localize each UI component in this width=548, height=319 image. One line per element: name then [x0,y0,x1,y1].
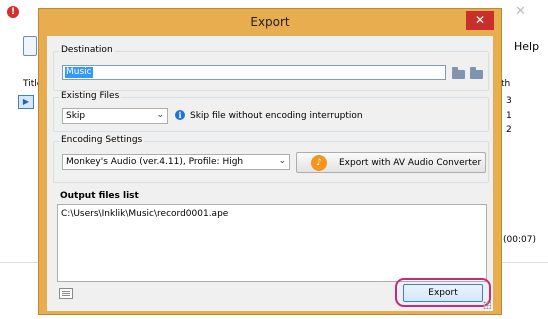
existing-files-info-text: Skip file without encoding interruption [190,111,363,121]
av-audio-converter-icon: ♪ [311,155,327,171]
folder-new-icon[interactable] [470,67,483,79]
encoding-settings-group: Encoding Settings Monkey's Audio (ver.4.… [53,135,489,183]
folder-open-icon[interactable] [452,67,465,79]
output-files-label: Output files list [60,191,139,201]
list-item[interactable]: C:\Users\Inklik\Music\record0001.ape [61,209,228,219]
encoding-profile-selected: Monkey's Audio (ver.4.11), Profile: High [66,157,244,167]
chevron-down-icon: ⌄ [156,110,164,120]
existing-files-selected: Skip [66,111,86,121]
play-icon[interactable]: ▶ [18,95,34,109]
log-icon[interactable] [59,288,73,299]
info-icon: i [175,110,185,120]
export-button[interactable]: Export [403,284,483,302]
close-icon[interactable]: ✕ [515,4,526,19]
export-with-avac-button[interactable]: ♪ Export with AV Audio Converter [296,152,486,173]
destination-input[interactable]: Music [62,65,446,80]
dialog-close-button[interactable]: ✕ [466,11,494,30]
existing-files-label: Existing Files [59,91,122,101]
dialog-title: Export [250,15,290,29]
resize-grip-icon[interactable] [483,301,491,309]
destination-label: Destination [59,45,115,55]
row-number: 2 [506,125,512,135]
export-with-avac-label: Export with AV Audio Converter [339,158,482,168]
destination-group: Destination Music [53,45,489,91]
existing-files-group: Existing Files Skip ⌄ i Skip file withou… [53,91,489,132]
duration-text: (00:07) [503,235,536,245]
existing-files-select[interactable]: Skip ⌄ [62,108,168,124]
dialog-client-area: Destination Music Existing Files Skip ⌄ … [47,36,493,311]
row-number: 1 [506,111,512,121]
export-dialog: Export ✕ Destination Music Existing File… [38,8,502,315]
chevron-down-icon: ⌄ [278,156,286,166]
help-menu[interactable]: Help [514,40,539,53]
error-icon: ! [7,6,19,18]
document-icon[interactable] [23,36,37,56]
destination-value: Music [65,67,93,78]
row-number: 3 [506,96,512,106]
column-header[interactable]: th [501,79,510,89]
output-files-list[interactable]: C:\Users\Inklik\Music\record0001.ape [57,204,487,282]
encoding-profile-select[interactable]: Monkey's Audio (ver.4.11), Profile: High… [62,154,290,170]
encoding-settings-label: Encoding Settings [59,135,145,145]
